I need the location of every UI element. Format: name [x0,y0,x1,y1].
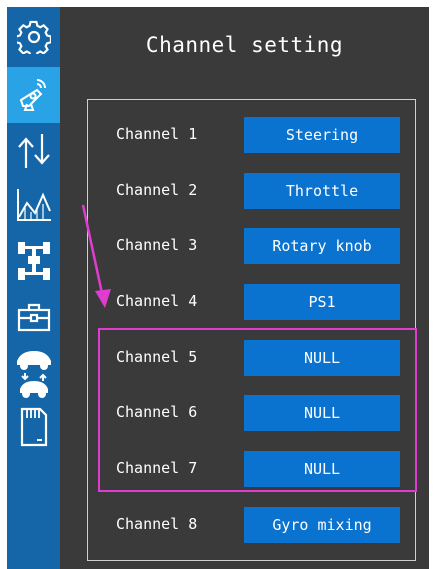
device-screen: Channel setting Channel 1 Steering Chann… [7,7,429,569]
channel-row: Channel 3 Rotary knob [88,228,417,264]
curve-chart-icon [16,189,51,221]
channel-function-button[interactable]: NULL [244,451,400,487]
channel-function-button[interactable]: Throttle [244,173,400,209]
sidebar-item-reverse[interactable] [7,123,60,179]
page-title: Channel setting [145,33,344,57]
channel-row: Channel 4 PS1 [88,284,417,320]
sidebar-item-settings[interactable] [7,9,60,65]
sidebar-item-model[interactable] [7,343,60,403]
channel-function-button[interactable]: Gyro mixing [244,507,400,543]
channel-label: Channel 2 [116,181,198,199]
channel-function-button[interactable]: PS1 [244,284,400,320]
transmitter-icon [19,79,46,111]
channel-label: Channel 3 [116,236,198,254]
channel-label: Channel 8 [116,515,198,533]
sidebar-item-tools[interactable] [7,289,60,345]
channel-row: Channel 7 NULL [88,451,417,487]
channel-row: Channel 8 Gyro mixing [88,507,417,543]
channel-label: Channel 6 [116,403,198,421]
sidebar-item-curves[interactable] [7,177,60,233]
channel-label: Channel 7 [116,459,198,477]
model-swap-icon [16,351,51,398]
channel-label: Channel 4 [116,292,198,310]
reverse-arrows-icon [17,134,50,168]
sidebar-item-chassis[interactable] [7,233,60,289]
channel-row: Channel 5 NULL [88,340,417,376]
sd-card-icon [20,407,47,447]
sidebar-item-channel-setting[interactable] [7,67,60,123]
sidebar-item-storage[interactable] [7,399,60,455]
channel-function-button[interactable]: NULL [244,340,400,376]
channel-function-button[interactable]: Steering [244,117,400,153]
channel-function-button[interactable]: NULL [244,395,400,431]
channel-row: Channel 1 Steering [88,117,417,153]
sidebar [7,7,60,569]
channel-list-panel: Channel 1 Steering Channel 2 Throttle Ch… [87,99,416,561]
channel-row: Channel 2 Throttle [88,173,417,209]
channel-function-button[interactable]: Rotary knob [244,228,400,264]
channel-row: Channel 6 NULL [88,395,417,431]
toolbox-icon [17,303,50,332]
channel-label: Channel 5 [116,348,198,366]
channel-label: Channel 1 [116,125,198,143]
gear-icon [16,20,51,54]
chassis-icon [17,242,50,280]
